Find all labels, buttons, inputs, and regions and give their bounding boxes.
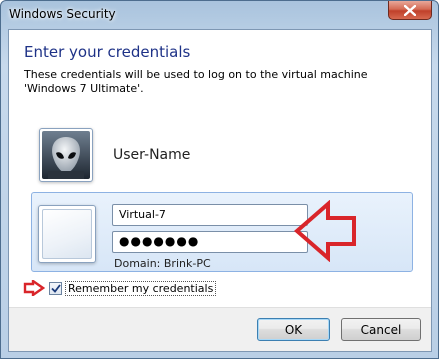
button-bar: OK Cancel	[9, 307, 431, 351]
alien-avatar-icon	[42, 131, 90, 179]
username-field[interactable]: Virtual-7	[112, 204, 308, 226]
saved-user-name: User-Name	[113, 147, 191, 163]
windows-security-dialog: Windows Security Enter your credentials …	[0, 0, 439, 359]
title-bar[interactable]: Windows Security	[1, 1, 438, 27]
dialog-heading: Enter your credentials	[24, 43, 191, 61]
blank-avatar-icon	[42, 209, 92, 259]
window-title: Windows Security	[9, 7, 116, 21]
user-picture-placeholder	[38, 205, 96, 263]
ok-button[interactable]: OK	[257, 318, 330, 341]
saved-user-tile[interactable]	[39, 128, 93, 182]
checkmark-icon	[50, 283, 61, 293]
close-button[interactable]	[388, 1, 432, 20]
remember-checkbox[interactable]	[49, 281, 62, 295]
red-arrow-annotation-icon	[294, 200, 356, 262]
dialog-body: Enter your credentials These credentials…	[8, 29, 432, 352]
cancel-button[interactable]: Cancel	[341, 318, 421, 341]
dialog-description: These credentials will be used to log on…	[24, 68, 368, 95]
remember-credentials-row[interactable]: Remember my credentials	[23, 280, 217, 296]
domain-label: Domain: Brink-PC	[114, 257, 211, 270]
close-icon	[404, 4, 416, 16]
password-field[interactable]: ●●●●●●●	[112, 231, 308, 253]
remember-label[interactable]: Remember my credentials	[65, 280, 217, 296]
red-arrow-pointer-icon	[23, 280, 45, 296]
